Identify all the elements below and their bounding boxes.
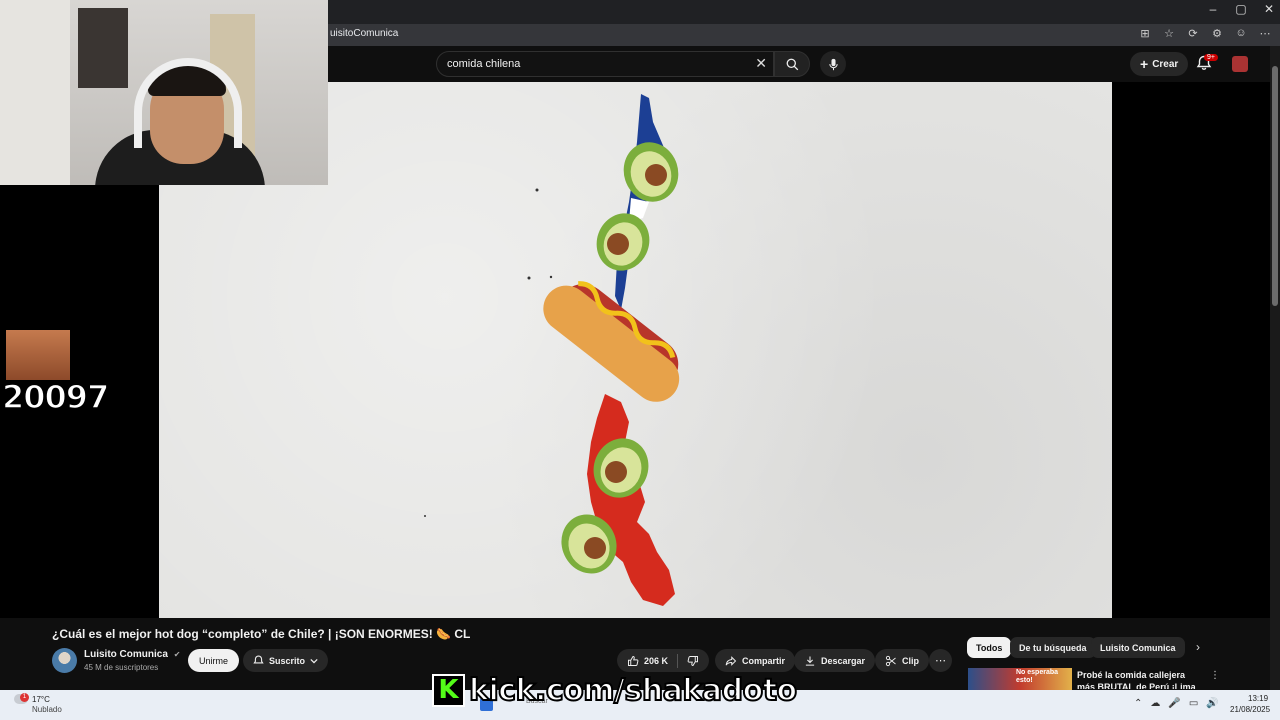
- subscriber-count: 45 M de suscriptores: [84, 663, 159, 672]
- subscribed-button[interactable]: Suscrito: [243, 649, 329, 672]
- extensions-icon[interactable]: ⚙: [1210, 27, 1224, 40]
- verified-icon: ✔: [173, 650, 181, 659]
- recommended-video-thumbnail[interactable]: No esperaba esto!: [968, 668, 1072, 690]
- url-text[interactable]: uisitoComunica: [330, 28, 398, 39]
- kick-url: kick.com/shakadoto: [468, 672, 798, 709]
- minimize-button[interactable]: –: [1206, 2, 1220, 16]
- display-icon[interactable]: ▭: [1189, 698, 1198, 709]
- avocado-emoji: [596, 213, 650, 271]
- thumbnail-caption: No esperaba esto!: [1016, 669, 1059, 684]
- browser-menu-icon[interactable]: ⋯: [1258, 27, 1272, 40]
- favorite-star-icon[interactable]: ☆: [1162, 27, 1176, 40]
- viewer-counter: 20097: [1, 377, 110, 417]
- browser-toolbar-icons: ⊞ ☆ ⟳ ⚙ ☺ ⋯: [1138, 27, 1272, 40]
- clock-time[interactable]: 13:19: [1248, 694, 1268, 703]
- microphone-icon: [828, 58, 838, 70]
- scrollbar-thumb[interactable]: [1272, 66, 1278, 306]
- onedrive-icon[interactable]: ☁: [1150, 698, 1160, 709]
- weather-alert-badge: 1: [20, 693, 29, 702]
- search-input[interactable]: comida chilena: [447, 58, 520, 70]
- window-controls: – ▢ ✕: [1206, 2, 1276, 16]
- system-tray: ⌃ ☁ 🎤 ▭ 🔊: [1134, 698, 1219, 709]
- plus-icon: +: [1140, 56, 1149, 72]
- video-title: ¿Cuál es el mejor hot dog “completo” de …: [52, 627, 471, 641]
- search-box[interactable]: comida chilena ✕: [436, 51, 774, 77]
- kick-channel-overlay: K kick.com/shakadoto: [432, 672, 798, 709]
- like-divider: [677, 653, 679, 668]
- share-label: Compartir: [742, 655, 786, 666]
- like-button[interactable]: 206 K: [627, 655, 668, 667]
- webcam-shelf: [0, 0, 70, 185]
- magnifier-icon: [786, 58, 798, 70]
- chevron-down-icon: [310, 658, 318, 663]
- video-player[interactable]: [159, 82, 1112, 618]
- paper-specks: [424, 188, 553, 517]
- create-button[interactable]: + Crear: [1130, 52, 1189, 76]
- volume-icon[interactable]: 🔊: [1206, 698, 1218, 709]
- app-grid-icon[interactable]: ⊞: [1138, 27, 1152, 40]
- download-label: Descargar: [821, 655, 866, 666]
- clock-date[interactable]: 21/08/2025: [1230, 705, 1270, 714]
- subscribed-label: Suscrito: [269, 655, 306, 666]
- close-window-button[interactable]: ✕: [1262, 2, 1276, 16]
- thumbs-down-icon[interactable]: [687, 655, 699, 667]
- maximize-button[interactable]: ▢: [1234, 2, 1248, 16]
- account-avatar[interactable]: [1232, 56, 1248, 72]
- share-arrow-icon: [725, 655, 737, 666]
- bell-icon: [253, 655, 264, 664]
- recommended-video-title[interactable]: Probé la comida callejera más BRUTAL de …: [1077, 669, 1202, 689]
- channel-name[interactable]: Luisito Comunica ✔: [84, 649, 180, 660]
- kick-logo-icon: K: [432, 673, 465, 707]
- chip-all[interactable]: Todos: [967, 637, 1012, 658]
- like-count: 206 K: [644, 655, 669, 666]
- notifications-badge: 9+: [1204, 54, 1218, 61]
- weather-temperature[interactable]: 17°C: [32, 695, 50, 704]
- download-icon: [805, 656, 815, 666]
- chip-channel[interactable]: Luisito Comunica: [1091, 637, 1185, 658]
- weather-description[interactable]: Nublado: [32, 705, 62, 714]
- more-actions-button[interactable]: ⋯: [929, 649, 952, 672]
- chip-from-search[interactable]: De tu búsqueda: [1010, 637, 1096, 658]
- create-label: Crear: [1152, 58, 1179, 70]
- clear-search-icon[interactable]: ✕: [755, 55, 767, 72]
- webcam-closet: [78, 8, 128, 88]
- thumbs-up-icon: [628, 655, 639, 666]
- video-frame-illustration: [424, 94, 680, 606]
- tray-chevron-icon[interactable]: ⌃: [1134, 698, 1142, 709]
- clip-button[interactable]: Clip: [875, 649, 929, 672]
- share-button[interactable]: Compartir: [715, 649, 796, 672]
- download-button[interactable]: Descargar: [794, 649, 876, 672]
- channel-name-text[interactable]: Luisito Comunica: [84, 649, 168, 660]
- refresh-extension-icon[interactable]: ⟳: [1186, 27, 1200, 40]
- hot-dog-emoji: [543, 281, 680, 402]
- laughing-emote: [6, 330, 70, 380]
- search-button[interactable]: [774, 51, 810, 77]
- avocado-emoji: [623, 142, 679, 202]
- voice-search-button[interactable]: [820, 51, 846, 77]
- screen: – ▢ ✕ uisitoComunica ⊞ ☆ ⟳ ⚙ ☺ ⋯ comida …: [0, 0, 1280, 720]
- microphone-tray-icon[interactable]: 🎤: [1168, 698, 1180, 709]
- profile-icon[interactable]: ☺: [1234, 27, 1248, 40]
- scissors-icon: [885, 655, 896, 666]
- page-scrollbar[interactable]: [1270, 46, 1280, 690]
- clip-label: Clip: [902, 655, 919, 666]
- chips-next-icon[interactable]: ›: [1196, 640, 1200, 654]
- channel-avatar[interactable]: [52, 648, 77, 673]
- recommended-video-menu-icon[interactable]: ⋮: [1210, 670, 1220, 681]
- join-button[interactable]: Unirme: [188, 649, 240, 672]
- like-dislike-group: 206 K: [617, 649, 710, 672]
